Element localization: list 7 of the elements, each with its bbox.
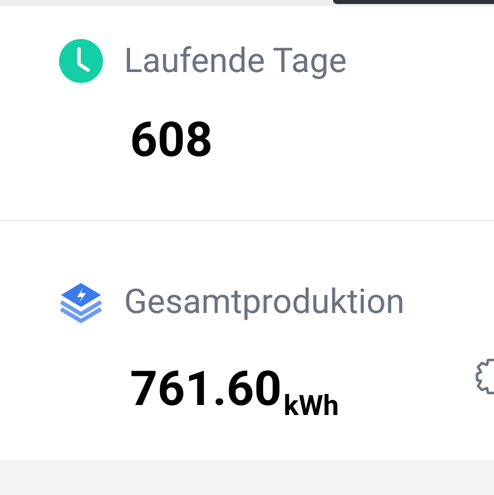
stat-value: 761.60	[130, 363, 282, 416]
stat-label: Laufende Tage	[124, 40, 347, 82]
clock-icon	[58, 38, 104, 84]
settings-icon[interactable]	[474, 356, 494, 396]
stat-label: Gesamtproduktion	[124, 282, 405, 322]
unit-label: kWh	[284, 389, 339, 422]
stat-value: 608	[130, 114, 213, 167]
